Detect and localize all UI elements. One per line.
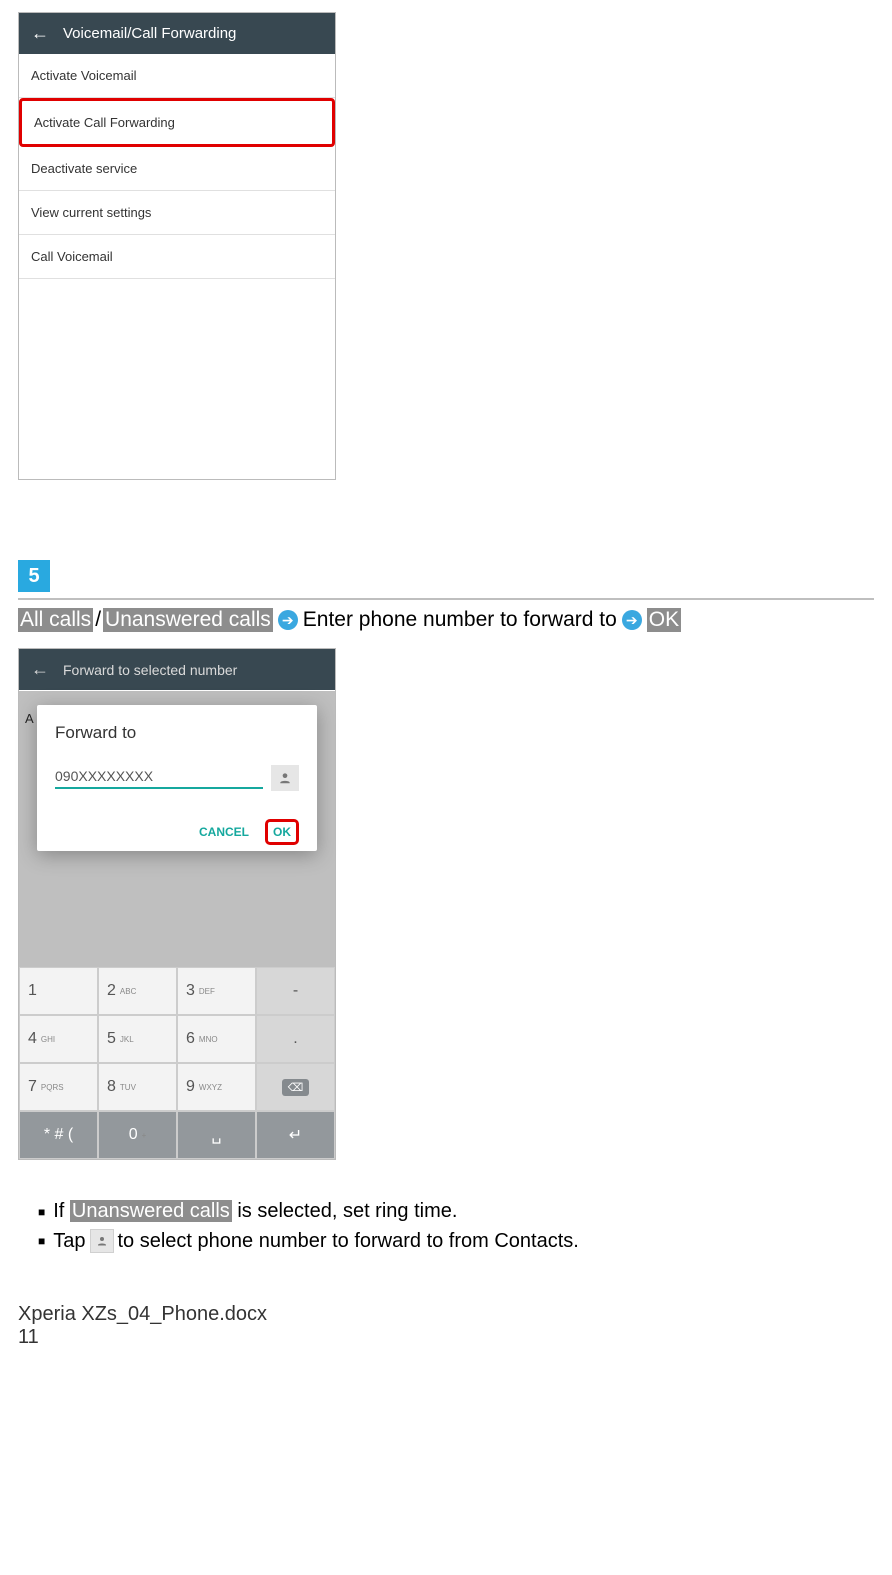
step-divider <box>18 598 874 600</box>
back-arrow-icon: ← <box>31 659 49 680</box>
keypad-key[interactable]: ⌫ <box>256 1063 335 1111</box>
arrow-right-icon: ➔ <box>622 610 642 630</box>
settings-item[interactable]: Activate Voicemail <box>19 54 335 98</box>
arrow-right-icon: ➔ <box>278 610 298 630</box>
keypad-key[interactable]: . <box>256 1015 335 1063</box>
instruction-line: All calls / Unanswered calls ➔ Enter pho… <box>18 608 874 632</box>
back-arrow-icon: ← <box>31 23 49 44</box>
note2-prefix: Tap <box>53 1230 85 1253</box>
forward-dialog-screenshot: ← Forward to selected number A Forward t… <box>18 648 336 1160</box>
footer: Xperia XZs_04_Phone.docx 11 <box>18 1303 874 1349</box>
footer-filename: Xperia XZs_04_Phone.docx <box>18 1303 874 1326</box>
contact-icon <box>90 1229 114 1253</box>
keypad-key[interactable]: ␣ <box>177 1111 256 1159</box>
keypad-key[interactable]: ↵ <box>256 1111 335 1159</box>
screenshot2-title: Forward to selected number <box>63 662 237 678</box>
keypad-key[interactable]: 0+ <box>98 1111 177 1159</box>
blank-space <box>19 279 335 479</box>
note-2: ■ Tap to select phone number to forward … <box>18 1229 874 1253</box>
contact-picker-icon[interactable] <box>271 765 299 791</box>
keypad-key[interactable]: 3DEF <box>177 967 256 1015</box>
settings-screenshot: ← Voicemail/Call Forwarding Activate Voi… <box>18 12 336 480</box>
phone-number-input[interactable]: 090XXXXXXXX <box>55 768 263 789</box>
screenshot1-title: Voicemail/Call Forwarding <box>63 25 236 42</box>
keypad-key[interactable]: 8TUV <box>98 1063 177 1111</box>
option-all-calls: All calls <box>18 608 93 632</box>
settings-item[interactable]: View current settings <box>19 191 335 235</box>
keypad-key[interactable]: 2ABC <box>98 967 177 1015</box>
ok-button[interactable]: OK <box>265 819 299 845</box>
footer-page: 11 <box>18 1326 874 1349</box>
step-number-badge: 5 <box>18 560 50 592</box>
bullet-icon: ■ <box>38 1206 45 1218</box>
notes: ■ If Unanswered calls is selected, set r… <box>18 1200 874 1253</box>
keypad-key[interactable]: - <box>256 967 335 1015</box>
keypad-key[interactable]: 4GHI <box>19 1015 98 1063</box>
cancel-button[interactable]: CANCEL <box>193 819 255 845</box>
keypad-key[interactable]: 6MNO <box>177 1015 256 1063</box>
slash: / <box>95 608 101 632</box>
option-ok: OK <box>647 608 681 632</box>
note1-suffix: is selected, set ring time. <box>232 1200 458 1222</box>
settings-item[interactable]: Activate Call Forwarding <box>19 98 335 147</box>
keypad-key[interactable]: * # ( <box>19 1111 98 1159</box>
note-1: ■ If Unanswered calls is selected, set r… <box>18 1200 874 1223</box>
settings-item[interactable]: Call Voicemail <box>19 235 335 279</box>
note2-suffix: to select phone number to forward to fro… <box>118 1230 579 1253</box>
screenshot2-header: ← Forward to selected number <box>19 649 335 690</box>
keypad-key[interactable]: 9WXYZ <box>177 1063 256 1111</box>
keypad-key[interactable]: 1 <box>19 967 98 1015</box>
keypad-key[interactable]: 7PQRS <box>19 1063 98 1111</box>
note1-highlight: Unanswered calls <box>70 1200 232 1222</box>
settings-item[interactable]: Deactivate service <box>19 147 335 191</box>
instruction-middle: Enter phone number to forward to <box>303 608 617 632</box>
keypad: 12ABC3DEF- 4GHI5JKL6MNO. 7PQRS8TUV9WXYZ⌫ * … <box>19 967 335 1159</box>
screenshot1-header: ← Voicemail/Call Forwarding <box>19 13 335 54</box>
bullet-icon: ■ <box>38 1235 45 1247</box>
note1-prefix: If <box>53 1200 70 1222</box>
option-unanswered-calls: Unanswered calls <box>103 608 273 632</box>
dialog-title: Forward to <box>55 723 299 743</box>
keypad-key[interactable]: 5JKL <box>98 1015 177 1063</box>
forward-to-dialog: Forward to 090XXXXXXXX CANCEL OK <box>37 705 317 851</box>
